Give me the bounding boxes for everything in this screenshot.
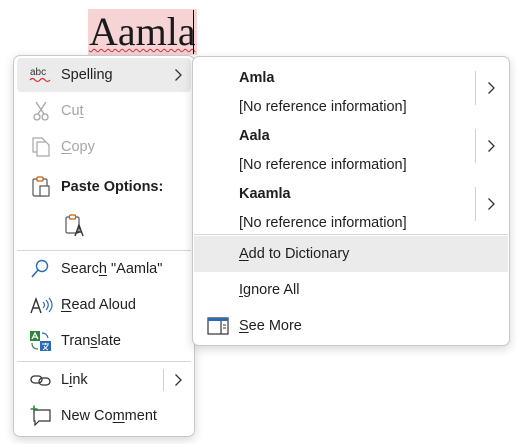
split-separator	[475, 187, 476, 221]
chevron-right-icon	[174, 68, 183, 82]
copy-label: Copy	[61, 139, 95, 155]
chevron-right-icon[interactable]	[174, 373, 183, 387]
new-comment-icon	[29, 405, 53, 427]
suggestion-info: [No reference information]	[239, 99, 407, 115]
pane-icon	[207, 317, 229, 335]
paste-options-header: Paste Options:	[17, 170, 191, 204]
translate-icon	[29, 330, 53, 352]
read-aloud-icon	[29, 294, 53, 316]
suggestion-info: [No reference information]	[239, 157, 407, 173]
misspelled-word[interactable]: Aamla	[88, 9, 197, 55]
menu-separator	[17, 250, 191, 251]
add-to-dictionary-menu-item[interactable]: Add to Dictionary	[194, 236, 508, 272]
svg-text:abc: abc	[30, 67, 46, 78]
paste-keep-text-only-button[interactable]	[60, 210, 90, 242]
suggestion-item[interactable]: Amla [No reference information]	[196, 61, 506, 119]
search-icon	[29, 258, 53, 280]
new-comment-menu-item[interactable]: New Comment	[17, 399, 191, 433]
cut-label: Cut	[61, 103, 84, 119]
copy-menu-item[interactable]: Copy	[17, 130, 191, 164]
search-menu-item[interactable]: Search "Aamla"	[17, 252, 191, 286]
link-menu-item[interactable]: Link	[17, 363, 191, 397]
translate-menu-item[interactable]: Translate	[17, 324, 191, 358]
ignore-all-label: Ignore All	[239, 282, 300, 298]
read-aloud-label: Read Aloud	[61, 297, 136, 313]
chevron-right-icon[interactable]	[487, 81, 496, 95]
suggestion-word: Kaamla	[239, 186, 291, 202]
text-cursor	[193, 10, 194, 54]
context-menu: abc Spelling Cut Copy Paste Options: Sea…	[13, 55, 195, 437]
clipboard-icon	[29, 176, 53, 198]
split-separator	[475, 129, 476, 163]
scissors-icon	[29, 100, 53, 122]
spelling-label: Spelling	[61, 67, 113, 83]
split-separator	[475, 71, 476, 105]
search-label: Search "Aamla"	[61, 261, 163, 277]
suggestion-word: Amla	[239, 70, 275, 86]
menu-separator	[17, 361, 191, 362]
new-comment-label: New Comment	[61, 408, 157, 424]
see-more-menu-item[interactable]: See More	[194, 308, 508, 344]
spelling-submenu: Amla [No reference information] Aala [No…	[192, 56, 510, 346]
chevron-right-icon[interactable]	[487, 139, 496, 153]
suggestion-word: Aala	[239, 128, 270, 144]
paste-options-label: Paste Options:	[61, 179, 164, 195]
chevron-right-icon[interactable]	[487, 197, 496, 211]
spelling-menu-item[interactable]: abc Spelling	[17, 58, 191, 92]
ignore-all-menu-item[interactable]: Ignore All	[194, 272, 508, 308]
add-to-dictionary-label: Add to Dictionary	[239, 246, 350, 262]
link-icon	[29, 369, 53, 391]
suggestion-item[interactable]: Aala [No reference information]	[196, 119, 506, 177]
spelling-check-icon: abc	[29, 64, 53, 86]
see-more-label: See More	[239, 318, 302, 334]
suggestion-info: [No reference information]	[239, 215, 407, 231]
suggestion-item[interactable]: Kaamla [No reference information]	[196, 177, 506, 235]
paste-text-only-icon	[63, 214, 87, 237]
translate-label: Translate	[61, 333, 121, 349]
menu-separator	[194, 234, 508, 235]
link-label: Link	[61, 372, 88, 388]
copy-icon	[29, 136, 53, 158]
read-aloud-menu-item[interactable]: Read Aloud	[17, 288, 191, 322]
split-separator	[163, 369, 164, 391]
cut-menu-item[interactable]: Cut	[17, 94, 191, 128]
